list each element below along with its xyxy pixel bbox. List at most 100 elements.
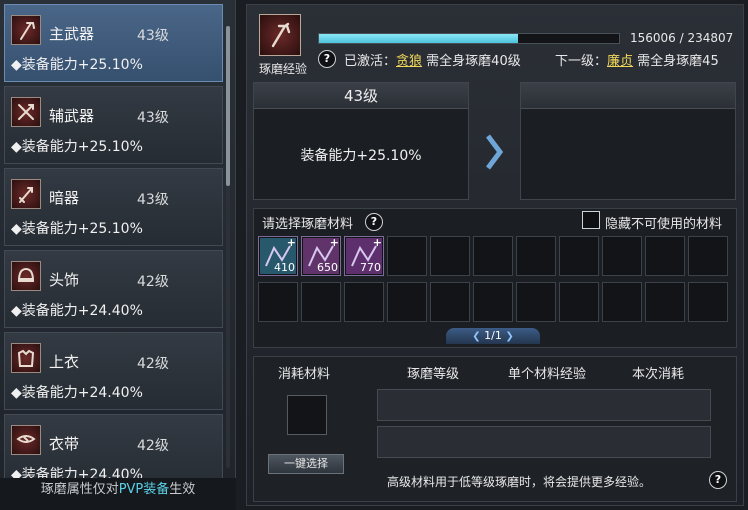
helmet-icon bbox=[11, 261, 41, 291]
exp-value: 156006 / 234807 bbox=[630, 31, 734, 45]
material-slot[interactable] bbox=[387, 282, 427, 322]
equipment-bonus: ◆装备能力+24.40% bbox=[11, 467, 143, 478]
equipment-level: 42级 bbox=[137, 356, 169, 372]
hint-help-icon[interactable]: ? bbox=[709, 471, 727, 489]
next-label: 下一级： bbox=[555, 54, 608, 69]
material-slot[interactable] bbox=[602, 282, 642, 322]
material-slot[interactable] bbox=[516, 282, 556, 322]
material-slot[interactable] bbox=[473, 282, 513, 322]
material-slot[interactable] bbox=[688, 282, 728, 322]
header-consume-material: 消耗材料 bbox=[278, 367, 331, 382]
material-slot[interactable] bbox=[602, 236, 642, 276]
exp-progress-fill bbox=[319, 34, 519, 43]
material-slot[interactable] bbox=[430, 282, 470, 322]
page-indicator: 1/1 bbox=[484, 329, 502, 342]
activation-status: 已激活：贪狼 需全身琢磨40级 bbox=[344, 50, 521, 69]
equipment-list: 主武器 43级 ◆装备能力+25.10% 辅武器 43级 ◆装备能力+25.10% 暗器 43… bbox=[4, 4, 223, 478]
equipment-name: 辅武器 bbox=[49, 107, 95, 125]
auto-select-button[interactable]: 一键选择 bbox=[268, 454, 344, 474]
material-qty: 650 bbox=[317, 261, 338, 274]
dart-icon bbox=[11, 179, 41, 209]
material-slot[interactable] bbox=[344, 282, 384, 322]
next-level-box bbox=[520, 82, 736, 200]
material-slot[interactable] bbox=[688, 236, 728, 276]
header-material-exp: 单个材料经验 bbox=[508, 367, 587, 382]
material-slot[interactable] bbox=[387, 236, 427, 276]
equipment-item[interactable]: 上衣 42级 ◆装备能力+24.40% bbox=[4, 332, 223, 410]
equipment-bonus: ◆装备能力+24.40% bbox=[11, 303, 143, 319]
pvp-note-prefix: 琢磨属性仅对 bbox=[40, 482, 119, 497]
equipment-name: 衣带 bbox=[49, 435, 80, 453]
add-icon: + bbox=[286, 236, 296, 249]
material-slot[interactable] bbox=[645, 236, 685, 276]
polish-exp-icon bbox=[259, 14, 301, 56]
equipment-name: 主武器 bbox=[49, 25, 95, 43]
material-slot[interactable]: +410 bbox=[258, 236, 298, 276]
page-next-icon[interactable]: ❯ bbox=[505, 331, 513, 342]
material-qty: 770 bbox=[360, 261, 381, 274]
armor-icon bbox=[11, 343, 41, 373]
equipment-level: 43级 bbox=[137, 110, 169, 126]
page-prev-icon[interactable]: ❮ bbox=[472, 331, 480, 342]
material-slot[interactable] bbox=[473, 236, 513, 276]
equipment-level: 42级 bbox=[137, 438, 169, 454]
material-pager: ❮ 1/1 ❯ bbox=[446, 328, 540, 344]
current-level-box: 43级 装备能力+25.10% bbox=[253, 82, 469, 200]
current-level-title: 43级 bbox=[254, 83, 468, 109]
consume-material-slot[interactable] bbox=[287, 395, 327, 435]
material-help-icon[interactable]: ? bbox=[365, 213, 383, 231]
material-slot[interactable]: +650 bbox=[301, 236, 341, 276]
spear-icon bbox=[11, 15, 41, 45]
header-this-cost: 本次消耗 bbox=[632, 367, 685, 382]
result-row bbox=[377, 426, 711, 458]
hide-unusable-checkbox[interactable] bbox=[582, 211, 600, 229]
material-hint: 高级材料用于低等级琢磨时，将会提供更多经验。 bbox=[387, 475, 652, 489]
hide-unusable-label: 隐藏不可使用的材料 bbox=[605, 217, 723, 232]
material-slot[interactable]: +770 bbox=[344, 236, 384, 276]
crossed-weapon-icon bbox=[11, 97, 41, 127]
equipment-bonus: ◆装备能力+25.10% bbox=[11, 57, 143, 73]
chevron-right-icon bbox=[486, 134, 504, 170]
next-set-link[interactable]: 廉贞 bbox=[607, 54, 633, 69]
active-label: 已激活： bbox=[344, 54, 397, 69]
add-icon: + bbox=[329, 236, 339, 249]
equipment-item[interactable]: 头饰 42级 ◆装备能力+24.40% bbox=[4, 250, 223, 328]
material-slot[interactable] bbox=[645, 282, 685, 322]
active-requirement: 需全身琢磨40级 bbox=[426, 54, 521, 69]
scrollbar-thumb[interactable] bbox=[226, 26, 230, 186]
equipment-item[interactable]: 主武器 43级 ◆装备能力+25.10% bbox=[4, 4, 223, 82]
active-set-link[interactable]: 贪狼 bbox=[396, 54, 422, 69]
next-requirement: 需全身琢磨45 bbox=[637, 54, 719, 69]
equipment-name: 头饰 bbox=[49, 271, 80, 289]
add-icon: + bbox=[372, 236, 382, 249]
polish-exp-label: 琢磨经验 bbox=[258, 62, 307, 76]
next-level-status: 下一级：廉贞 需全身琢磨45 bbox=[555, 50, 719, 69]
equipment-level: 43级 bbox=[137, 192, 169, 208]
pvp-note-highlight: PVP装备 bbox=[118, 482, 170, 497]
equipment-item[interactable]: 暗器 43级 ◆装备能力+25.10% bbox=[4, 168, 223, 246]
material-slot[interactable] bbox=[559, 282, 599, 322]
material-slot[interactable] bbox=[559, 236, 599, 276]
next-level-bonus bbox=[521, 109, 735, 145]
material-slot[interactable] bbox=[258, 282, 298, 322]
equipment-name: 暗器 bbox=[49, 189, 80, 207]
material-slot[interactable] bbox=[301, 282, 341, 322]
equipment-name: 上衣 bbox=[49, 353, 80, 371]
equipment-bonus: ◆装备能力+25.10% bbox=[11, 221, 143, 237]
equipment-panel: 主武器 43级 ◆装备能力+25.10% 辅武器 43级 ◆装备能力+25.10% 暗器 43… bbox=[0, 0, 236, 510]
equipment-item[interactable]: 衣带 42级 ◆装备能力+24.40% bbox=[4, 414, 223, 478]
equipment-level: 42级 bbox=[137, 274, 169, 290]
pvp-note: 琢磨属性仅对PVP装备生效 bbox=[0, 478, 236, 510]
next-level-title bbox=[521, 83, 735, 109]
equipment-item[interactable]: 辅武器 43级 ◆装备能力+25.10% bbox=[4, 86, 223, 164]
header-polish-level: 琢磨等级 bbox=[407, 367, 460, 382]
material-title: 请选择琢磨材料 bbox=[262, 217, 354, 232]
equipment-level: 43级 bbox=[137, 28, 169, 44]
pvp-note-suffix: 生效 bbox=[169, 482, 196, 497]
material-slot[interactable] bbox=[430, 236, 470, 276]
current-level-bonus: 装备能力+25.10% bbox=[300, 148, 422, 164]
material-qty: 410 bbox=[274, 261, 295, 274]
material-slot[interactable] bbox=[516, 236, 556, 276]
help-icon[interactable]: ? bbox=[318, 50, 336, 68]
exp-progress-bar bbox=[318, 33, 620, 44]
